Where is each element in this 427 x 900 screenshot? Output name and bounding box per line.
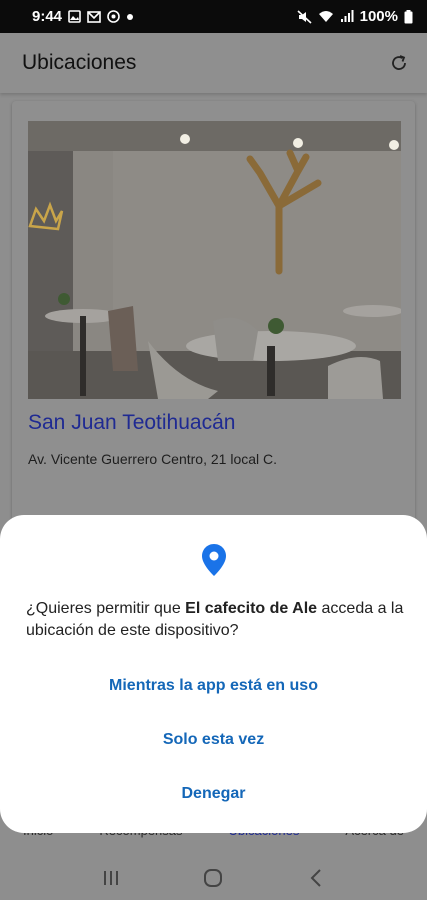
- mail-icon: [87, 10, 101, 23]
- image-icon: [68, 10, 81, 23]
- location-pin-icon: [201, 543, 227, 577]
- home-icon[interactable]: [201, 866, 225, 890]
- app-bar: Ubicaciones: [0, 33, 427, 93]
- status-time: 9:44: [32, 8, 63, 25]
- allow-once-button[interactable]: Solo esta vez: [0, 731, 427, 749]
- signal-icon: [340, 10, 354, 23]
- dot-icon: [126, 13, 134, 21]
- allow-while-using-button[interactable]: Mientras la app está en uso: [0, 677, 427, 695]
- status-bar: 9:44 100%: [0, 0, 427, 33]
- battery-percent: 100%: [359, 8, 398, 25]
- location-address: Av. Vicente Guerrero Centro, 21 local C.: [28, 451, 278, 467]
- location-photo: [28, 121, 401, 399]
- deny-button[interactable]: Denegar: [0, 785, 427, 803]
- status-left: 9:44: [32, 8, 134, 25]
- mute-icon: [297, 9, 312, 24]
- location-name[interactable]: San Juan Teotihuacán: [28, 411, 235, 435]
- app-name: El cafecito de Ale: [185, 600, 318, 617]
- back-icon[interactable]: [304, 866, 328, 890]
- circle-app-icon: [107, 10, 120, 23]
- page-title: Ubicaciones: [22, 51, 137, 74]
- battery-icon: [404, 9, 413, 24]
- permission-question: ¿Quieres permitir que El cafecito de Ale…: [26, 598, 406, 642]
- wifi-icon: [318, 10, 334, 23]
- system-nav-bar: [0, 855, 427, 900]
- recent-apps-icon[interactable]: [99, 866, 123, 890]
- status-right: 100%: [297, 8, 413, 25]
- refresh-icon[interactable]: [387, 51, 411, 75]
- question-prefix: ¿Quieres permitir que: [26, 600, 186, 617]
- location-permission-dialog: ¿Quieres permitir que El cafecito de Ale…: [0, 515, 427, 833]
